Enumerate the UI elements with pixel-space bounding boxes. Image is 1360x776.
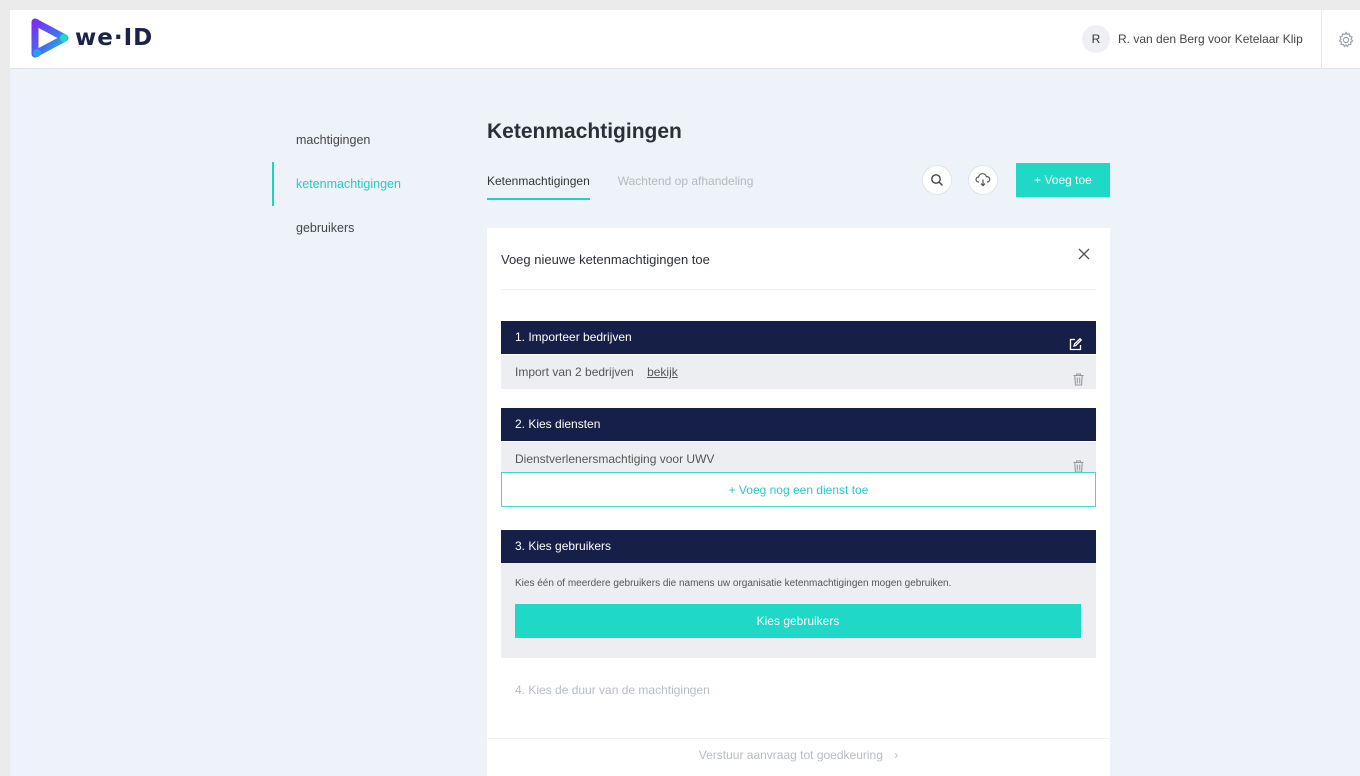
step3-description: Kies één of meerdere gebruikers die name… [515, 578, 952, 589]
sidebar: machtigingen ketenmachtigingen gebruiker… [272, 122, 452, 254]
submit-button[interactable]: Verstuur aanvraag tot goedkeuring › [487, 748, 1110, 762]
divider [1321, 10, 1322, 69]
logo-icon [31, 18, 69, 58]
card-title: Voeg nieuwe ketenmachtigingen toe [501, 252, 710, 267]
search-icon [931, 174, 943, 186]
step1-title: 1. Importeer bedrijven [515, 330, 632, 344]
tab-ketenmachtigingen[interactable]: Ketenmachtigingen [487, 174, 590, 200]
top-bar: we·ID R R. van den Berg voor Ketelaar Kl… [10, 10, 1360, 69]
import-row: Import van 2 bedrijven bekijk [501, 355, 1096, 389]
chevron-right-icon: › [894, 748, 899, 762]
service-row: Dienstverlenersmachtiging voor UWV [501, 442, 1096, 476]
sidebar-item-gebruikers[interactable]: gebruikers [272, 210, 452, 254]
step1-header: 1. Importeer bedrijven [501, 321, 1096, 354]
step3-title: 3. Kies gebruikers [515, 539, 612, 553]
page-title: Ketenmachtigingen [487, 120, 682, 143]
submit-label: Verstuur aanvraag tot goedkeuring [698, 748, 883, 762]
step3-header: 3. Kies gebruikers [501, 530, 1096, 563]
avatar: R [1082, 25, 1110, 53]
app-frame: we·ID R R. van den Berg voor Ketelaar Kl… [10, 10, 1360, 776]
service-text: Dienstverlenersmachtiging voor UWV [515, 452, 715, 466]
import-text: Import van 2 bedrijven [515, 365, 634, 379]
step3-body: Kies één of meerdere gebruikers die name… [501, 563, 1096, 658]
step4-label: 4. Kies de duur van de machtigingen [515, 683, 710, 697]
trash-icon[interactable] [1073, 365, 1084, 399]
sidebar-item-ketenmachtigingen[interactable]: ketenmachtigingen [272, 162, 452, 210]
choose-users-button[interactable]: Kies gebruikers [515, 604, 1081, 638]
step2-title: 2. Kies diensten [515, 417, 601, 431]
user-menu[interactable]: R R. van den Berg voor Ketelaar Klip [1082, 25, 1303, 53]
add-service-button[interactable]: + Voeg nog een dienst toe [501, 472, 1096, 507]
divider [487, 738, 1110, 739]
user-name: R. van den Berg voor Ketelaar Klip [1118, 32, 1303, 46]
view-link[interactable]: bekijk [647, 365, 678, 379]
cloud-download-icon [975, 173, 991, 187]
divider [501, 289, 1096, 290]
close-icon[interactable] [1078, 247, 1090, 265]
tab-bar: Ketenmachtigingen Wachtend op afhandelin… [487, 174, 781, 200]
tab-wachtend[interactable]: Wachtend op afhandeling [618, 174, 754, 200]
logo[interactable]: we·ID [31, 18, 153, 58]
cloud-download-button[interactable] [968, 165, 998, 195]
step2-header: 2. Kies diensten [501, 408, 1096, 441]
add-chain-authorization-card: Voeg nieuwe ketenmachtigingen toe 1. Imp… [487, 228, 1110, 776]
logo-text: we·ID [75, 25, 154, 51]
search-button[interactable] [922, 165, 952, 195]
sidebar-item-machtigingen[interactable]: machtigingen [272, 122, 452, 166]
add-button[interactable]: + Voeg toe [1016, 163, 1110, 197]
gear-icon[interactable] [1337, 31, 1355, 54]
